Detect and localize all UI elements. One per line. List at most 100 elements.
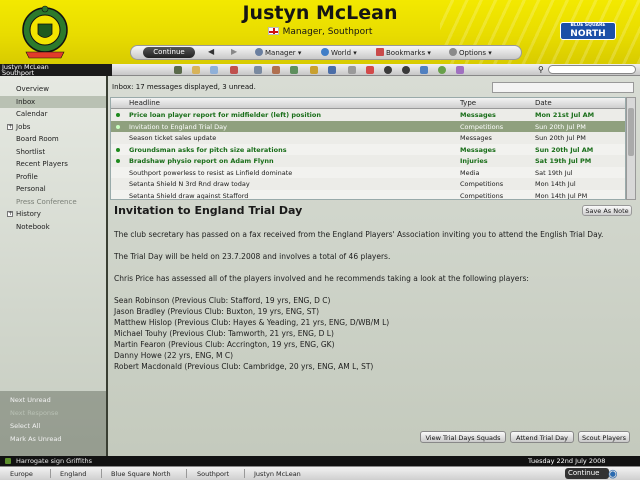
documents-icon[interactable] <box>348 66 356 74</box>
column-headline[interactable]: Headline <box>129 99 160 107</box>
attend-trial-day-button[interactable]: Attend Trial Day <box>510 431 574 443</box>
sidebar-item-shortlist[interactable]: Shortlist <box>0 146 106 158</box>
binoculars-icon[interactable] <box>402 66 410 74</box>
table-row[interactable]: Price loan player report for midfielder … <box>111 109 625 121</box>
list-item[interactable]: Martin Fearon (Previous Club: Accrington… <box>114 339 630 350</box>
table-row-selected[interactable]: Invitation to England Trial Day Competiti… <box>111 120 625 132</box>
search-icon[interactable]: ⚲ <box>538 65 544 74</box>
help-icon[interactable] <box>438 66 446 74</box>
table-row[interactable]: Setanta Shield N 3rd Rnd draw today Compe… <box>111 178 625 190</box>
header: Justyn McLean Manager, Southport BLUE SQ… <box>0 0 640 64</box>
continue-button[interactable]: Continue <box>143 47 195 58</box>
squad-icon[interactable] <box>254 66 262 74</box>
breadcrumb-europe[interactable]: Europe <box>10 470 33 478</box>
sidebar-item-overview[interactable]: Overview <box>0 83 106 95</box>
list-item[interactable]: Danny Howe (22 yrs, ENG, M C) <box>114 350 630 361</box>
england-flag-icon <box>267 27 279 35</box>
sidebar-item-personal[interactable]: Personal <box>0 183 106 195</box>
scrollbar-thumb[interactable] <box>628 108 634 156</box>
transfers-icon[interactable] <box>420 66 428 74</box>
expand-icon[interactable]: + <box>7 123 13 130</box>
sidebar-item-profile[interactable]: Profile <box>0 171 106 183</box>
select-all-button[interactable]: Select All <box>10 422 40 430</box>
sidebar-item-calendar[interactable]: Calendar <box>0 108 106 120</box>
row-date: Sat 19th Jul <box>535 168 573 177</box>
inbox-table: Headline Type Date Price loan player rep… <box>110 97 626 200</box>
tactics-icon[interactable] <box>272 66 280 74</box>
news-headline[interactable]: Harrogate sign Griffiths <box>16 457 92 465</box>
row-headline: Season ticket sales update <box>129 134 217 142</box>
site-logo-icon: ◉ <box>608 467 618 480</box>
inbox-actions: Next Unread Next Response Select All Mar… <box>0 391 106 456</box>
back-arrow-icon[interactable]: ◀ <box>208 47 214 56</box>
expand-icon[interactable]: + <box>7 211 13 217</box>
row-headline: Setanta Shield draw against Stafford <box>129 191 249 200</box>
save-as-note-button[interactable]: Save As Note <box>582 205 632 216</box>
forward-arrow-icon[interactable]: ▶ <box>231 47 237 56</box>
list-item[interactable]: Michael Touhy (Previous Club: Tamworth, … <box>114 328 630 339</box>
breadcrumb: Europe England Blue Square North Southpo… <box>0 466 640 480</box>
sidebar-item-board-room[interactable]: Board Room <box>0 133 106 145</box>
inbox-filter-input[interactable] <box>492 82 634 93</box>
table-row[interactable]: Season ticket sales update Messages Sun 20… <box>111 132 625 144</box>
league-badge[interactable]: BLUE SQUARE NORTH <box>560 22 616 40</box>
sidebar: Overview Inbox Calendar + Jobs Board Room… <box>0 76 106 456</box>
list-item[interactable]: Sean Robinson (Previous Club: Stafford, … <box>114 295 630 306</box>
table-row[interactable]: Bradshaw physio report on Adam Flynn Inju… <box>111 155 625 167</box>
next-unread-button[interactable]: Next Unread <box>10 396 51 404</box>
breadcrumb-england[interactable]: England <box>60 470 86 478</box>
column-date[interactable]: Date <box>535 99 552 107</box>
row-date: Sat 19th Jul PM <box>535 157 592 165</box>
news-icon[interactable] <box>210 66 218 74</box>
table-header: Headline Type Date <box>111 98 625 109</box>
club-bar[interactable]: Justyn McLean Southport <box>0 64 112 76</box>
table-row[interactable]: Southport powerless to resist as Linfiel… <box>111 167 625 179</box>
training-icon[interactable] <box>290 66 298 74</box>
row-type: Messages <box>460 111 496 119</box>
list-item[interactable]: Jason Bradley (Previous Club: Buxton, 19… <box>114 306 630 317</box>
sidebar-item-inbox[interactable]: Inbox <box>0 95 106 108</box>
table-row[interactable]: Groundsman asks for pitch size alteratio… <box>111 144 625 156</box>
manager-menu-label: Manager <box>265 49 296 57</box>
options-menu[interactable]: Options ▾ <box>449 48 492 58</box>
league-badge-bottom: NORTH <box>570 29 606 39</box>
scouting-icon[interactable] <box>384 66 392 74</box>
world-menu[interactable]: World ▾ <box>321 48 357 58</box>
row-date: Sun 20th Jul PM <box>535 134 586 142</box>
list-item[interactable]: Matthew Hislop (Previous Club: Hayes & Y… <box>114 317 630 328</box>
calendar-icon[interactable] <box>230 66 238 74</box>
row-headline: Invitation to England Trial Day <box>129 122 227 131</box>
column-type[interactable]: Type <box>460 99 476 107</box>
quick-search-input[interactable] <box>548 65 636 74</box>
news-ticker[interactable]: Harrogate sign Griffiths Tuesday 22nd Ju… <box>0 456 640 466</box>
next-response-button[interactable]: Next Response <box>10 409 58 417</box>
breadcrumb-manager[interactable]: Justyn McLean <box>254 470 301 478</box>
inbox-icon[interactable] <box>192 66 200 74</box>
breadcrumb-club[interactable]: Southport <box>197 470 229 478</box>
view-trial-days-squads-button[interactable]: View Trial Days Squads <box>420 431 506 443</box>
bookmarks-menu[interactable]: Bookmarks ▾ <box>376 48 431 58</box>
finance-icon[interactable] <box>366 66 374 74</box>
sidebar-item-jobs[interactable]: + Jobs <box>0 121 106 133</box>
manager-role-text: Manager, Southport <box>282 27 373 37</box>
continue-mini-button[interactable]: Continue <box>565 468 609 479</box>
trophy-icon[interactable] <box>310 66 318 74</box>
manager-menu[interactable]: Manager ▾ <box>255 48 301 58</box>
row-headline: Southport powerless to resist as Linfiel… <box>129 168 293 177</box>
table-row[interactable]: Setanta Shield draw against Stafford Comp… <box>111 190 625 200</box>
breadcrumb-league[interactable]: Blue Square North <box>111 470 171 478</box>
main-panel: Inbox: 17 messages displayed, 3 unread. … <box>108 76 640 456</box>
scout-players-button[interactable]: Scout Players <box>578 431 630 443</box>
sidebar-item-history[interactable]: + History <box>0 208 106 220</box>
sidebar-item-recent-players[interactable]: Recent Players <box>0 158 106 170</box>
breadcrumb-separator <box>186 469 187 478</box>
mark-as-unread-button[interactable]: Mark As Unread <box>10 435 62 443</box>
sidebar-item-notebook[interactable]: Notebook <box>0 221 106 233</box>
home-icon[interactable] <box>174 66 182 74</box>
game-status-icon[interactable] <box>456 66 464 74</box>
league-table-icon[interactable] <box>328 66 336 74</box>
sidebar-item-press-conference[interactable]: Press Conference <box>0 196 106 208</box>
list-item[interactable]: Robert Macdonald (Previous Club: Cambrid… <box>114 361 630 372</box>
row-date: Mon 21st Jul AM <box>535 111 595 119</box>
inbox-scrollbar[interactable] <box>626 97 636 200</box>
